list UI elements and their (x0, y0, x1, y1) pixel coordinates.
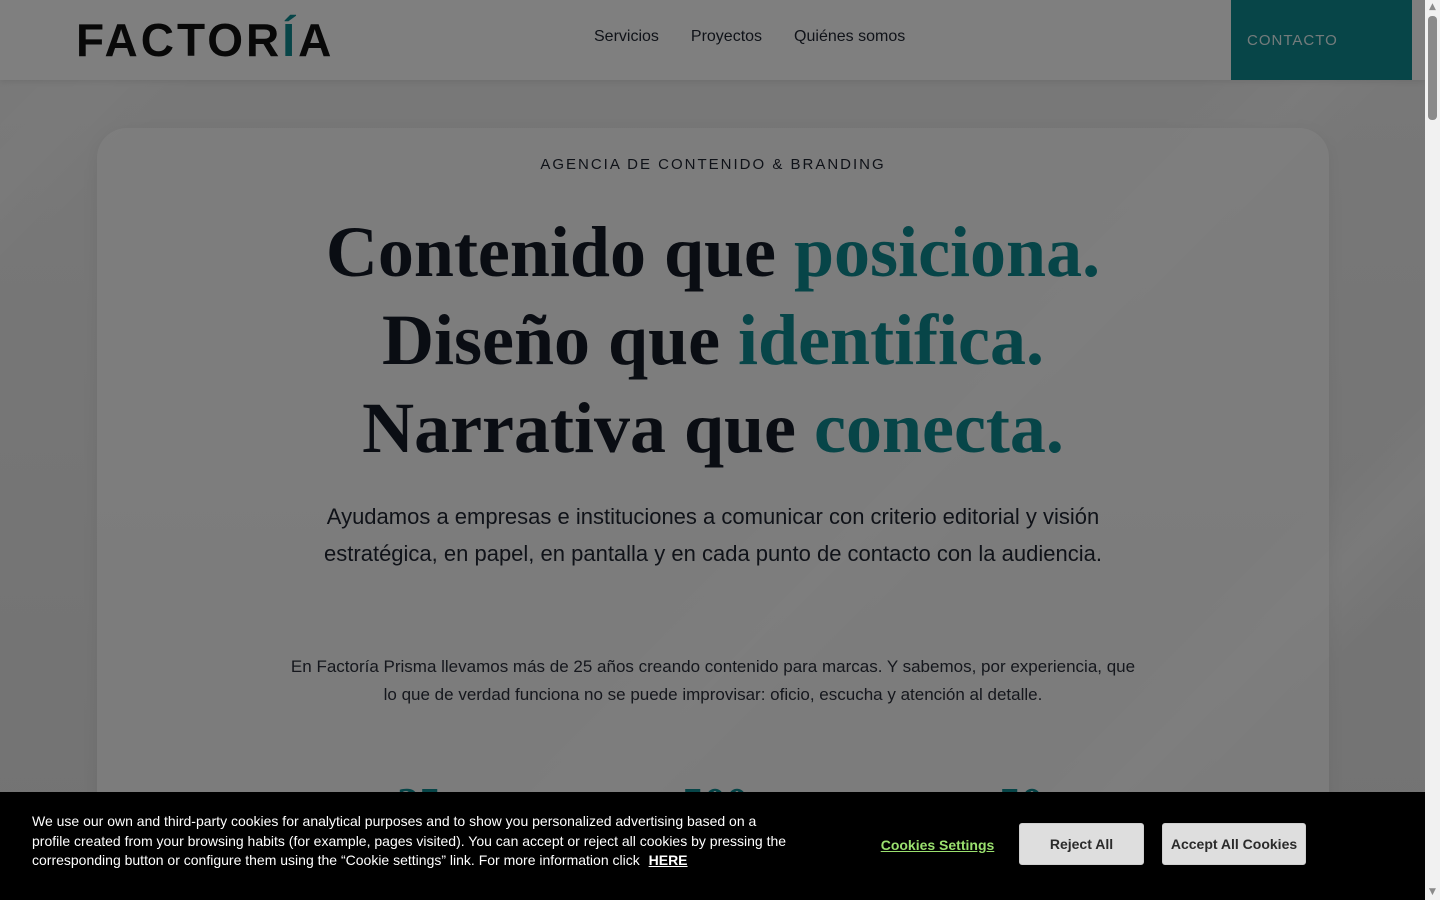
reject-all-button[interactable]: Reject All (1019, 823, 1144, 865)
page-scrollbar[interactable]: ▲ ▼ (1425, 0, 1440, 900)
accept-all-cookies-button[interactable]: Accept All Cookies (1162, 823, 1306, 865)
scroll-thumb[interactable] (1428, 16, 1437, 120)
cookie-more-info-link[interactable]: HERE (649, 851, 688, 871)
cookie-text: We use our own and third-party cookies f… (32, 812, 792, 871)
modal-overlay (0, 0, 1425, 900)
cookies-settings-button[interactable]: Cookies Settings (875, 835, 1000, 855)
scroll-up-arrow-icon[interactable]: ▲ (1428, 3, 1437, 12)
scroll-down-arrow-icon[interactable]: ▼ (1428, 888, 1437, 897)
